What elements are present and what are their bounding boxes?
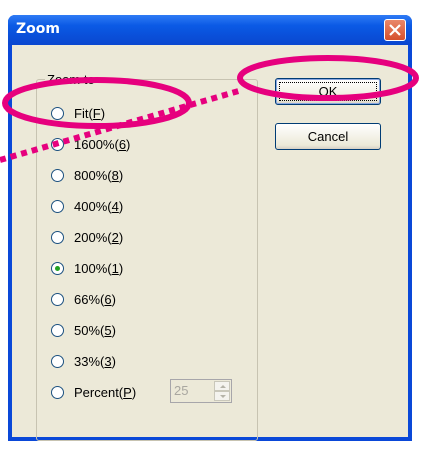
radio-label: 200%(2) xyxy=(74,229,124,245)
radio-button[interactable] xyxy=(51,230,64,244)
spin-buttons xyxy=(214,381,230,401)
spin-up-arrow-icon[interactable] xyxy=(214,381,230,391)
radio-button[interactable] xyxy=(51,199,64,213)
spin-down-arrow-icon[interactable] xyxy=(214,391,230,401)
radio-button[interactable] xyxy=(51,168,64,182)
radio-button[interactable] xyxy=(51,106,64,120)
radio-label: 66%(6) xyxy=(74,291,116,307)
cancel-label: Cancel xyxy=(307,129,349,144)
radio-label: 1600%(6) xyxy=(74,136,131,152)
radio-1600[interactable]: 1600%(6) xyxy=(51,134,130,154)
dialog-body: Zoom to Fit(F) 1600%(6) 800%(8) 400%(4) … xyxy=(12,45,408,441)
radio-800[interactable]: 800%(8) xyxy=(51,165,123,185)
radio-button-selected[interactable] xyxy=(51,261,64,275)
radio-button[interactable] xyxy=(51,323,64,337)
close-button[interactable] xyxy=(384,19,406,41)
radio-label: 33%(3) xyxy=(74,353,116,369)
ok-button[interactable]: OK xyxy=(275,78,381,105)
radio-label: Fit(F) xyxy=(74,105,106,121)
zoom-to-label: Zoom to xyxy=(45,72,97,87)
radio-200[interactable]: 200%(2) xyxy=(51,227,123,247)
cancel-button[interactable]: Cancel xyxy=(275,123,381,150)
radio-button[interactable] xyxy=(51,137,64,151)
title-bar[interactable]: Zoom xyxy=(8,15,412,45)
radio-33[interactable]: 33%(3) xyxy=(51,351,116,371)
radio-fit[interactable]: Fit(F) xyxy=(51,103,105,123)
ok-label: OK xyxy=(318,84,338,99)
radio-button[interactable] xyxy=(51,354,64,368)
window-title: Zoom xyxy=(16,21,60,37)
radio-label: 100%(1) xyxy=(74,260,124,276)
radio-label: Percent(P) xyxy=(74,384,137,400)
radio-label: 400%(4) xyxy=(74,198,124,214)
percent-value[interactable]: 25 xyxy=(174,383,188,398)
radio-66[interactable]: 66%(6) xyxy=(51,289,116,309)
radio-50[interactable]: 50%(5) xyxy=(51,320,116,340)
radio-400[interactable]: 400%(4) xyxy=(51,196,123,216)
radio-100[interactable]: 100%(1) xyxy=(51,258,123,278)
zoom-dialog: Zoom Zoom to Fit(F) 1600%(6) 800%(8) 400… xyxy=(8,15,412,441)
radio-label: 50%(5) xyxy=(74,322,116,338)
radio-button[interactable] xyxy=(51,292,64,306)
radio-label: 800%(8) xyxy=(74,167,124,183)
percent-spin-field[interactable]: 25 xyxy=(170,379,232,403)
close-icon xyxy=(389,24,401,36)
radio-button[interactable] xyxy=(51,385,64,399)
radio-percent[interactable]: Percent(P) xyxy=(51,382,136,402)
